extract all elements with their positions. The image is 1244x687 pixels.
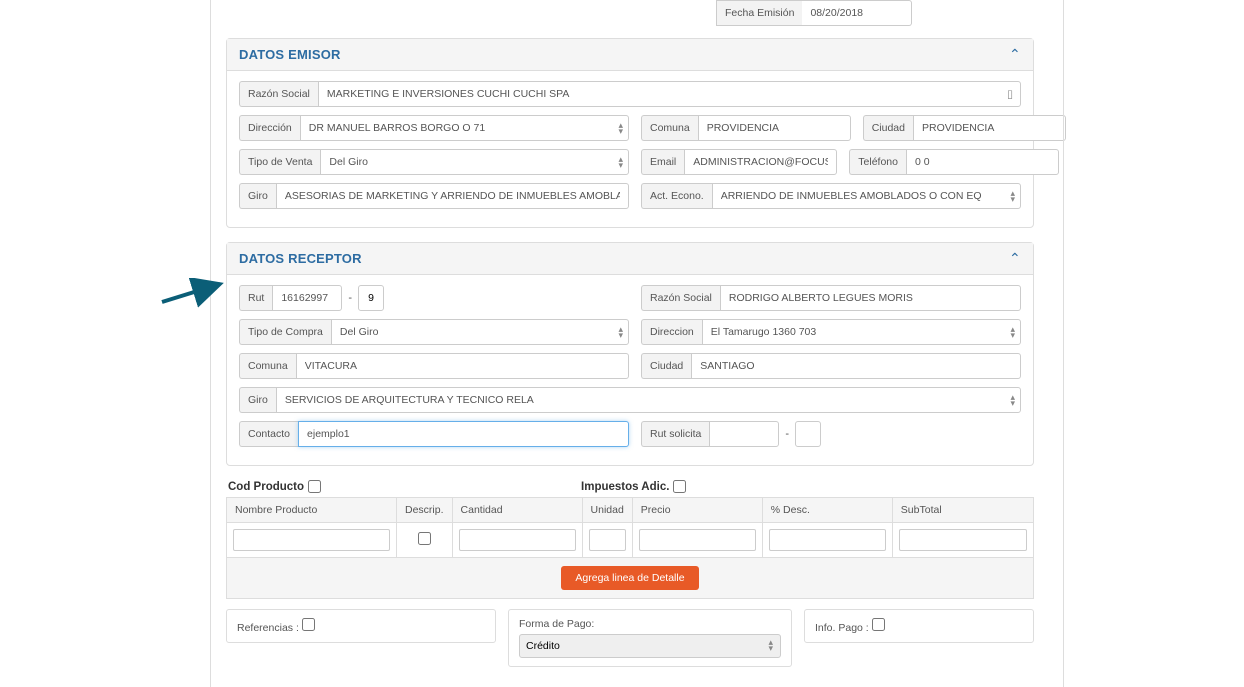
th-precio: Precio: [632, 498, 762, 523]
arrow-pointer-icon: [160, 278, 230, 308]
table-detalle: Nombre Producto Descrip. Cantidad Unidad…: [226, 497, 1034, 558]
label-actecono: Act. Econo.: [641, 183, 712, 209]
label-rutsolicita: Rut solicita: [641, 421, 709, 447]
input-ciudad-emisor[interactable]: [913, 115, 1066, 141]
label-giro-emisor: Giro: [239, 183, 276, 209]
label-infopago: Info. Pago :: [815, 622, 869, 634]
select-formapago[interactable]: Crédito: [519, 634, 781, 658]
fecha-emision-input[interactable]: [802, 0, 912, 26]
label-tipocompra: Tipo de Compra: [239, 319, 331, 345]
label-formapago: Forma de Pago:: [519, 618, 781, 630]
th-nombre: Nombre Producto: [227, 498, 397, 523]
input-rutsolicita[interactable]: [709, 421, 779, 447]
checkbox-cod-producto[interactable]: [308, 480, 321, 493]
rutsolicita-dash: -: [779, 422, 795, 446]
label-ciudad-emisor: Ciudad: [863, 115, 913, 141]
label-razon-social-receptor: Razón Social: [641, 285, 720, 311]
input-email-emisor[interactable]: [684, 149, 837, 175]
panel-title-emisor: DATOS EMISOR: [239, 47, 341, 62]
label-tipoventa: Tipo de Venta: [239, 149, 320, 175]
input-tipocompra[interactable]: [331, 319, 629, 345]
fecha-emision-row: Fecha Emisión: [226, 0, 1034, 26]
label-comuna-receptor: Comuna: [239, 353, 296, 379]
panel-receptor: DATOS RECEPTOR ⌃ Rut - Razón Social Tipo…: [226, 242, 1034, 466]
input-pdesc[interactable]: [769, 529, 886, 551]
label-rut-receptor: Rut: [239, 285, 272, 311]
chevron-up-icon: ⌃: [1009, 253, 1021, 265]
label-contacto: Contacto: [239, 421, 298, 447]
checkbox-impuestos-adic[interactable]: [673, 480, 686, 493]
input-rutsolicita-dv[interactable]: [795, 421, 821, 447]
input-tipoventa[interactable]: [320, 149, 629, 175]
panel-title-receptor: DATOS RECEPTOR: [239, 251, 362, 266]
chevron-up-icon: ⌃: [1009, 49, 1021, 61]
label-cod-producto: Cod Producto: [228, 480, 321, 493]
input-giro-emisor[interactable]: [276, 183, 629, 209]
input-unidad[interactable]: [589, 529, 626, 551]
label-ciudad-receptor: Ciudad: [641, 353, 691, 379]
input-giro-receptor[interactable]: [276, 387, 1021, 413]
input-direccion-receptor[interactable]: [702, 319, 1021, 345]
label-referencias: Referencias :: [237, 622, 299, 634]
table-row: [227, 523, 1034, 558]
input-rut-dv-receptor[interactable]: [358, 285, 384, 311]
label-email-emisor: Email: [641, 149, 684, 175]
panel-heading-receptor[interactable]: DATOS RECEPTOR ⌃: [227, 243, 1033, 275]
label-direccion-emisor: Dirección: [239, 115, 300, 141]
label-comuna-emisor: Comuna: [641, 115, 698, 141]
th-descrip: Descrip.: [397, 498, 453, 523]
th-unidad: Unidad: [582, 498, 632, 523]
panel-emisor: DATOS EMISOR ⌃ Razón Social ▯ Dirección …: [226, 38, 1034, 228]
input-comuna-emisor[interactable]: [698, 115, 851, 141]
label-impuestos-adic: Impuestos Adic.: [581, 480, 686, 493]
th-cantidad: Cantidad: [452, 498, 582, 523]
input-precio[interactable]: [639, 529, 756, 551]
input-telefono-emisor[interactable]: [906, 149, 1059, 175]
input-cantidad[interactable]: [459, 529, 576, 551]
label-direccion-receptor: Direccion: [641, 319, 702, 345]
label-razon-social-emisor: Razón Social: [239, 81, 318, 107]
input-rut-receptor[interactable]: [272, 285, 342, 311]
input-nombre-producto[interactable]: [233, 529, 390, 551]
input-direccion-emisor[interactable]: [300, 115, 629, 141]
input-contacto[interactable]: [298, 421, 629, 447]
panel-heading-emisor[interactable]: DATOS EMISOR ⌃: [227, 39, 1033, 71]
th-pdesc: % Desc.: [762, 498, 892, 523]
text-impuestos-adic: Impuestos Adic.: [581, 481, 669, 493]
fecha-emision-label: Fecha Emisión: [716, 0, 802, 26]
input-razon-social-receptor[interactable]: [720, 285, 1021, 311]
input-subtotal[interactable]: [899, 529, 1027, 551]
document-icon: ▯: [1007, 88, 1013, 101]
add-line-button[interactable]: Agrega linea de Detalle: [561, 566, 698, 590]
th-subtotal: SubTotal: [892, 498, 1033, 523]
checkbox-referencias[interactable]: [302, 618, 315, 631]
rut-dash: -: [342, 286, 358, 310]
label-telefono-emisor: Teléfono: [849, 149, 906, 175]
input-ciudad-receptor[interactable]: [691, 353, 1021, 379]
checkbox-infopago[interactable]: [872, 618, 885, 631]
input-actecono[interactable]: [712, 183, 1021, 209]
input-razon-social-emisor[interactable]: [318, 81, 1021, 107]
input-comuna-receptor[interactable]: [296, 353, 629, 379]
checkbox-descrip[interactable]: [418, 532, 431, 545]
text-cod-producto: Cod Producto: [228, 481, 304, 493]
label-giro-receptor: Giro: [239, 387, 276, 413]
